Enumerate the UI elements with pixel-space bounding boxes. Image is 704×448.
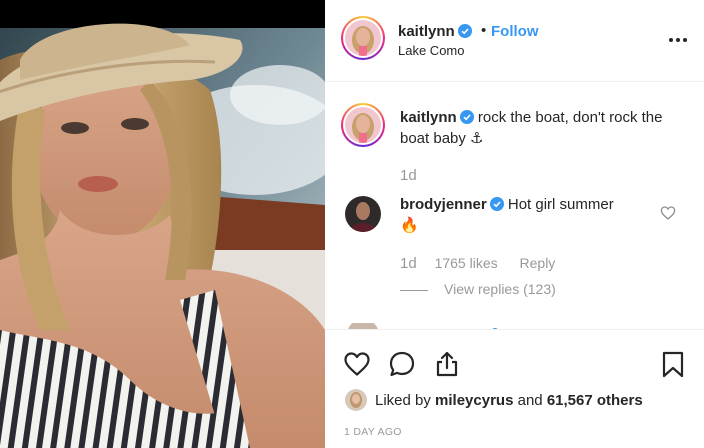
caption-avatar[interactable]	[341, 103, 385, 147]
author-username-text[interactable]: kaitlynn	[398, 23, 455, 40]
avatar-photo	[345, 107, 381, 143]
liker-username[interactable]: mileycyrus	[435, 392, 513, 409]
post-timestamp[interactable]: 1 DAY AGO	[344, 426, 402, 438]
comment-meta: 1d 1765 likes Reply	[400, 255, 555, 272]
replies-line	[400, 289, 428, 291]
view-replies-label: View replies (123)	[444, 281, 556, 297]
location-link[interactable]: Lake Como	[398, 43, 464, 58]
post-details-pane: kaitlynn • Follow Lake Como kaitlynn roc…	[325, 0, 704, 448]
commenter-avatar[interactable]	[345, 196, 381, 232]
separator-dot: •	[481, 22, 487, 39]
comment-like-heart-icon[interactable]	[660, 205, 676, 221]
caption-username[interactable]: kaitlynn	[400, 109, 457, 126]
avatar-photo	[345, 196, 381, 232]
comment-username[interactable]: brodyjenner	[400, 196, 487, 213]
post-photo[interactable]	[0, 0, 325, 448]
comment-time[interactable]: 1d	[400, 255, 417, 272]
caption-time[interactable]: 1d	[400, 167, 417, 184]
verified-badge-icon	[489, 197, 504, 211]
others-count[interactable]: 61,567 others	[547, 392, 643, 409]
comment-likes[interactable]: 1765 likes	[435, 255, 498, 271]
caption: kaitlynn rock the boat, don't rock the b…	[400, 107, 670, 149]
verified-badge-icon	[459, 110, 474, 124]
comment-icon[interactable]	[388, 350, 416, 378]
more-options-icon[interactable]	[668, 30, 688, 50]
view-replies-button[interactable]: View replies (123)	[400, 281, 556, 297]
post-header: kaitlynn • Follow Lake Como	[325, 0, 704, 82]
author-avatar[interactable]	[341, 16, 385, 60]
comment: brodyjenner Hot girl summer 🔥	[400, 194, 670, 236]
reply-button[interactable]: Reply	[520, 255, 556, 271]
post-actions: Liked by mileycyrus and 61,567 others 1 …	[325, 329, 704, 448]
liked-by-prefix: Liked by	[375, 392, 431, 409]
avatar-photo	[345, 20, 381, 56]
comments-section[interactable]: kaitlynn rock the boat, don't rock the b…	[325, 83, 704, 329]
liker-avatar[interactable]	[345, 389, 367, 411]
heart-icon[interactable]	[343, 350, 371, 378]
liked-by-conj: and	[517, 392, 543, 409]
bookmark-icon[interactable]	[659, 350, 687, 378]
comment-text: Hot girl summer	[507, 196, 614, 213]
verified-badge-icon	[457, 24, 472, 38]
fire-emoji: 🔥	[400, 217, 419, 234]
follow-button[interactable]: Follow	[491, 23, 539, 40]
likes-summary: Liked by mileycyrus and 61,567 others	[375, 392, 643, 409]
author-username[interactable]: kaitlynn	[398, 23, 472, 40]
share-icon[interactable]	[433, 350, 461, 378]
post-image	[0, 0, 325, 448]
avatar-photo	[345, 389, 367, 411]
